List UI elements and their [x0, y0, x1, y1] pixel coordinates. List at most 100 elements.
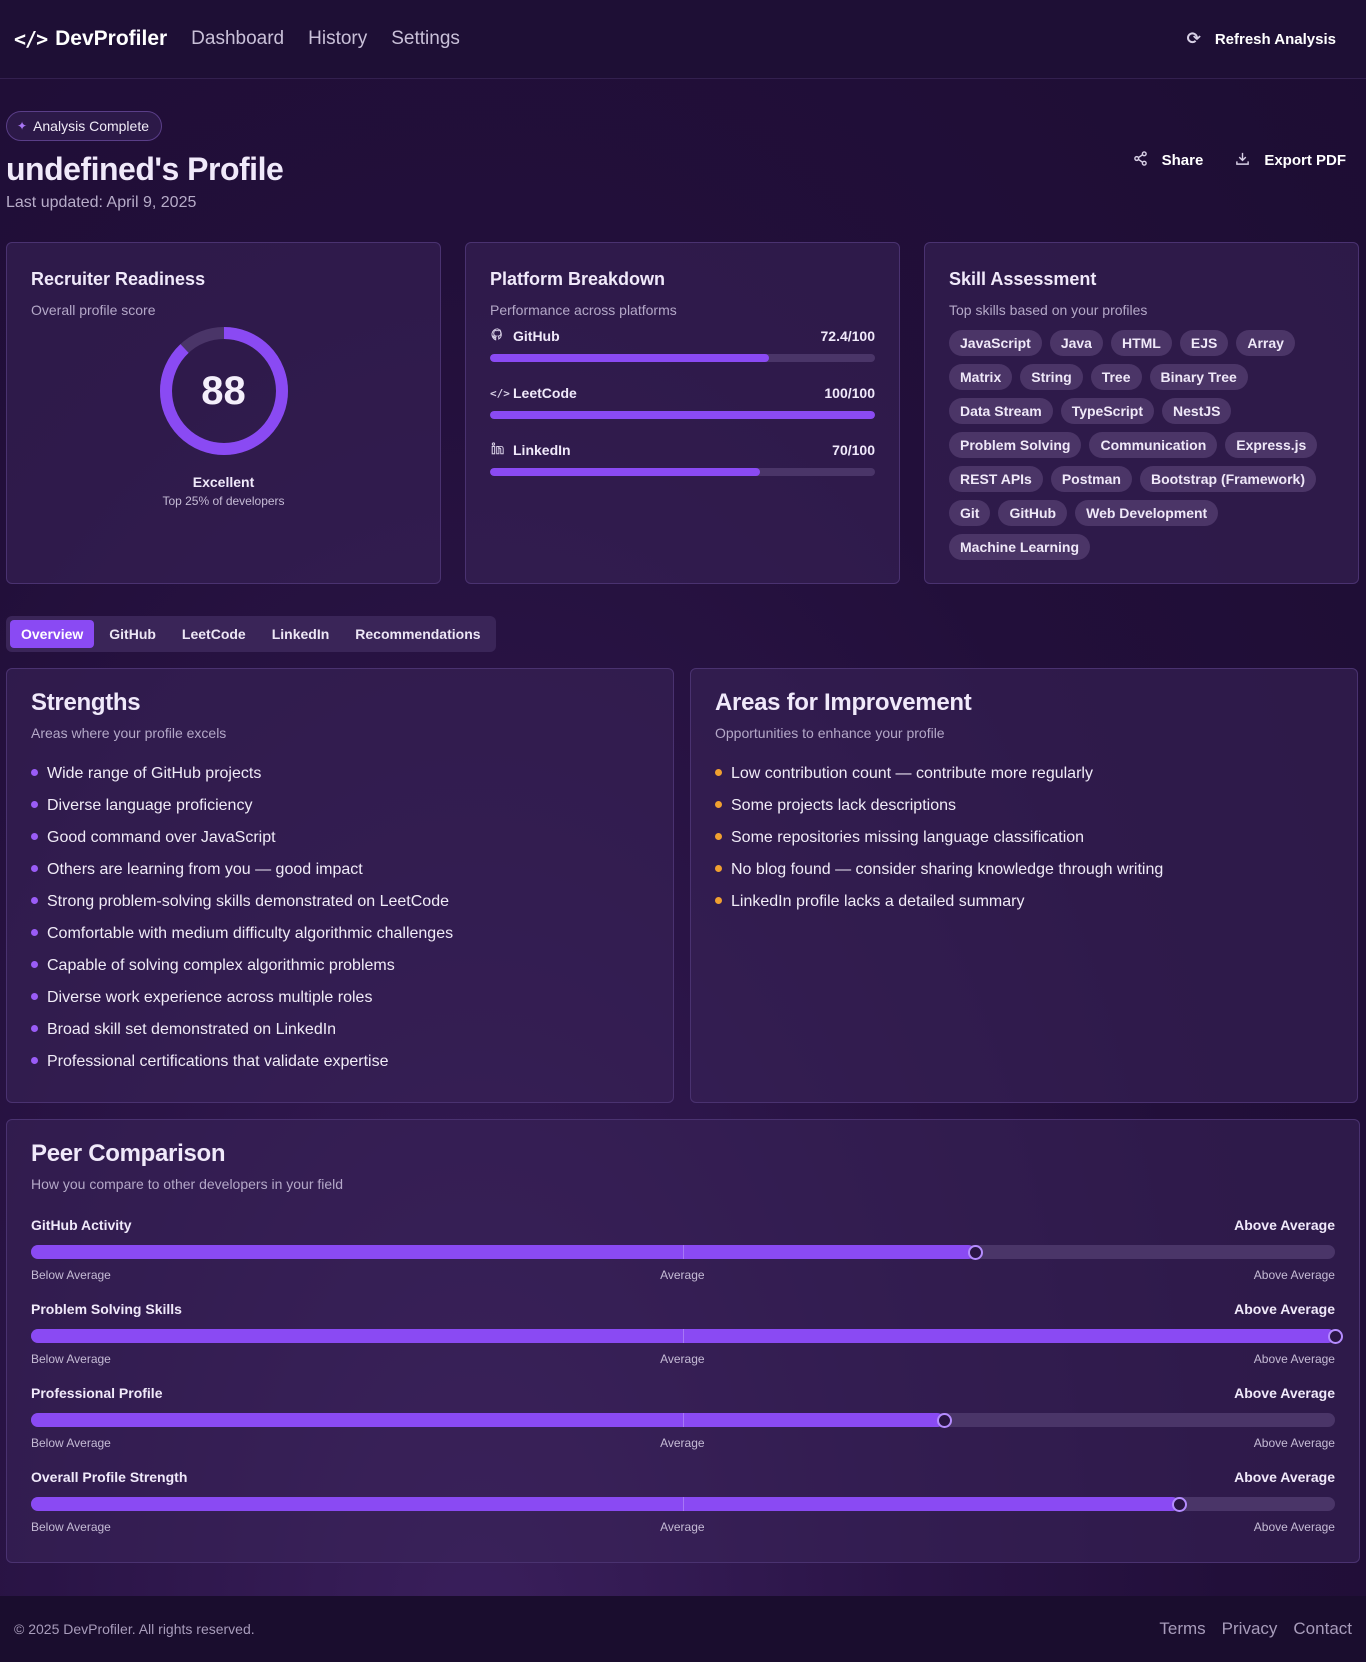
footer: © 2025 DevProfiler. All rights reserved.… — [0, 1596, 1366, 1662]
brand-name: DevProfiler — [55, 27, 168, 50]
skill-chip: Matrix — [949, 364, 1013, 390]
bullet-dot — [31, 929, 38, 936]
skill-chip: Web Development — [1075, 500, 1219, 526]
comparison-fill — [31, 1245, 976, 1259]
sparkle-icon: ✦ — [17, 119, 28, 133]
footer-link-terms[interactable]: Terms — [1159, 1619, 1205, 1639]
skill-chip: EJS — [1179, 330, 1229, 356]
skill-chip: Postman — [1050, 466, 1132, 492]
scale-mid: Average — [660, 1436, 705, 1450]
improvements-list: Low contribution count — contribute more… — [715, 765, 1333, 925]
refresh-icon: ⟳ — [1186, 29, 1201, 48]
list-item: Wide range of GitHub projects — [31, 765, 649, 797]
bullet-dot — [31, 897, 38, 904]
tab-overview[interactable]: Overview — [10, 620, 95, 648]
list-item: Professional certifications that validat… — [31, 1053, 649, 1085]
platform-name: GitHub — [513, 328, 560, 344]
github-icon — [490, 328, 505, 344]
nav-link-settings[interactable]: Settings — [391, 28, 460, 50]
peer-metric: GitHub Activity Above Average Below Averag… — [31, 1217, 1335, 1282]
platform-linkedin: LinkedIn 70/100 — [490, 442, 875, 476]
comparison-track — [31, 1413, 1335, 1428]
list-item-text: Professional certifications that validat… — [47, 1053, 389, 1070]
scale-high: Above Average — [1253, 1352, 1335, 1366]
list-item: Low contribution count — contribute more… — [715, 765, 1333, 797]
scale-mid: Average — [660, 1268, 705, 1282]
tab-linkedin[interactable]: LinkedIn — [261, 620, 341, 648]
bullet-dot — [31, 865, 38, 872]
scale-low: Below Average — [31, 1352, 111, 1366]
badge-label: Analysis Complete — [33, 118, 149, 134]
linkedin-icon — [490, 442, 505, 458]
card-subtitle: Performance across platforms — [490, 302, 677, 318]
platform-name: LinkedIn — [513, 442, 571, 458]
platform-github: GitHub 72.4/100 — [490, 328, 875, 362]
metric-rating: Above Average — [1234, 1469, 1335, 1485]
brand[interactable]: </> DevProfiler — [14, 27, 167, 51]
list-item-text: Diverse work experience across multiple … — [47, 989, 373, 1006]
card-title: Skill Assessment — [949, 269, 1097, 289]
list-item-text: Some repositories missing language class… — [731, 829, 1085, 846]
platform-bar — [490, 354, 875, 362]
average-marker — [683, 1413, 684, 1427]
skill-chip: Tree — [1090, 364, 1142, 390]
scale-low: Below Average — [31, 1436, 111, 1450]
skill-chip: Array — [1236, 330, 1295, 356]
comparison-scale: Below Average Average Above Average — [31, 1268, 1335, 1282]
list-item: No blog found — consider sharing knowled… — [715, 861, 1333, 893]
footer-link-privacy[interactable]: Privacy — [1222, 1619, 1278, 1639]
skill-chip: Git — [949, 500, 991, 526]
footer-link-contact[interactable]: Contact — [1293, 1619, 1352, 1639]
bullet-dot — [31, 1025, 38, 1032]
top-nav: </> DevProfiler Dashboard History Settin… — [0, 0, 1366, 79]
list-item-text: Wide range of GitHub projects — [47, 765, 262, 782]
nav-link-dashboard[interactable]: Dashboard — [191, 28, 284, 50]
scale-high: Above Average — [1253, 1520, 1335, 1534]
skill-chip: Binary Tree — [1149, 364, 1248, 390]
score-gauge: 88 Excellent Top 25% of developers — [31, 324, 416, 508]
strengths-list: Wide range of GitHub projects Diverse lan… — [31, 765, 649, 1085]
list-item-text: Comfortable with medium difficulty algor… — [47, 925, 454, 942]
list-item-text: Diverse language proficiency — [47, 797, 253, 814]
comparison-track — [31, 1245, 1335, 1260]
peer-list: GitHub Activity Above Average Below Averag… — [31, 1217, 1343, 1534]
list-item: LinkedIn profile lacks a detailed summar… — [715, 893, 1333, 925]
comparison-thumb — [968, 1245, 984, 1260]
card-subtitle: Overall profile score — [31, 302, 156, 318]
metric-name: Professional Profile — [31, 1385, 163, 1401]
scale-low: Below Average — [31, 1268, 111, 1282]
skill-chip: HTML — [1110, 330, 1172, 356]
list-item-text: Low contribution count — contribute more… — [731, 765, 1093, 782]
last-updated: Last updated: April 9, 2025 — [6, 194, 197, 211]
nav-link-history[interactable]: History — [308, 28, 367, 50]
average-marker — [683, 1245, 684, 1259]
list-item: Diverse language proficiency — [31, 797, 649, 829]
platform-name: LeetCode — [513, 385, 577, 401]
skill-chip: Bootstrap (Framework) — [1139, 466, 1316, 492]
export-pdf-button[interactable]: Export PDF — [1235, 151, 1346, 170]
share-label: Share — [1161, 152, 1204, 169]
metric-rating: Above Average — [1234, 1301, 1335, 1317]
tab-leetcode[interactable]: LeetCode — [171, 620, 257, 648]
bullet-dot — [715, 897, 722, 904]
skill-chip: Problem Solving — [949, 432, 1082, 458]
strengths-card: Strengths Areas where your profile excel… — [6, 668, 674, 1103]
peer-comparison-card: Peer Comparison How you compare to other… — [6, 1119, 1360, 1563]
skill-assessment-card: Skill Assessment Top skills based on you… — [924, 242, 1359, 584]
refresh-label: Refresh Analysis — [1214, 30, 1336, 48]
refresh-analysis-button[interactable]: ⟳ Refresh Analysis — [1187, 29, 1336, 49]
platform-score: 70/100 — [832, 442, 875, 458]
metric-rating: Above Average — [1234, 1385, 1335, 1401]
platform-bar — [490, 411, 875, 419]
comparison-fill — [31, 1497, 1179, 1511]
metric-name: Problem Solving Skills — [31, 1301, 182, 1317]
scale-low: Below Average — [31, 1520, 111, 1534]
profile-header: ✦ Analysis Complete undefined's Profile … — [6, 79, 1360, 242]
scale-mid: Average — [660, 1352, 705, 1366]
share-button[interactable]: Share — [1133, 151, 1204, 170]
comparison-thumb — [936, 1413, 952, 1428]
section-subtitle: How you compare to other developers in y… — [31, 1176, 344, 1192]
code-icon: </> — [490, 386, 510, 400]
tab-github[interactable]: GitHub — [98, 620, 167, 648]
tab-recommendations[interactable]: Recommendations — [344, 620, 491, 648]
